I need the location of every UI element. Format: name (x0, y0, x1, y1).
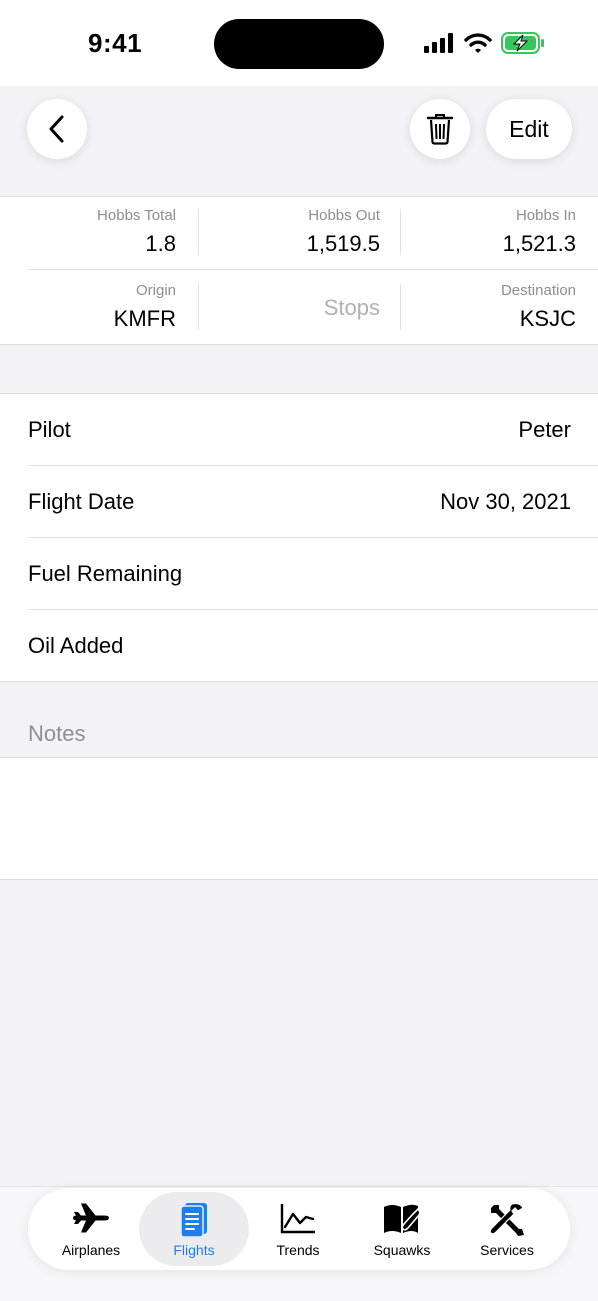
hobbs-in-value: 1,521.3 (502, 231, 576, 256)
status-bar: 9:41 (0, 0, 598, 86)
notes-header: Notes (28, 721, 86, 746)
fuel-remaining-row[interactable]: Fuel Remaining (28, 538, 571, 610)
tab-bar: Airplanes Flights Trends Squawks Service… (28, 1188, 570, 1270)
column-divider (400, 209, 401, 255)
origin-cell[interactable]: Origin KMFR (114, 282, 176, 332)
oil-added-label: Oil Added (28, 633, 124, 658)
origin-value: KMFR (113, 306, 176, 331)
destination-value: KSJC (519, 306, 576, 331)
airplane-icon (73, 1203, 109, 1233)
tab-services[interactable]: Services (452, 1192, 562, 1266)
origin-label: Origin (135, 282, 176, 299)
notes-text-area[interactable] (0, 757, 598, 880)
hobbs-out-value: 1,519.5 (306, 231, 380, 256)
hobbs-total-label: Hobbs Total (97, 207, 176, 224)
hobbs-total-value: 1.8 (145, 231, 176, 256)
tab-services-label: Services (480, 1242, 534, 1258)
dynamic-island (214, 19, 384, 69)
book-wrench-icon (384, 1204, 421, 1233)
back-button[interactable] (27, 99, 87, 159)
tab-trends-label: Trends (276, 1242, 320, 1258)
battery-charging-icon (501, 32, 544, 54)
hobbs-total-cell[interactable]: Hobbs Total 1.8 (97, 207, 176, 257)
tab-trends[interactable]: Trends (243, 1192, 353, 1266)
column-divider (198, 284, 199, 330)
hobbs-in-cell[interactable]: Hobbs In 1,521.3 (503, 207, 576, 257)
status-time: 9:41 (88, 28, 143, 58)
trash-icon (426, 114, 454, 145)
stops-field[interactable]: Stops (324, 295, 380, 321)
flight-date-row[interactable]: Flight Date Nov 30, 2021 (28, 466, 571, 538)
fuel-remaining-label: Fuel Remaining (28, 561, 183, 586)
tab-flights-label: Flights (173, 1242, 215, 1258)
tab-airplanes[interactable]: Airplanes (36, 1192, 146, 1266)
column-divider (400, 284, 401, 330)
destination-label: Destination (500, 282, 576, 299)
hobbs-out-label: Hobbs Out (308, 207, 380, 224)
chart-icon (280, 1204, 315, 1234)
row-divider (28, 269, 598, 270)
flight-date-label: Flight Date (28, 489, 135, 514)
logbook-icon (180, 1203, 207, 1238)
pilot-row[interactable]: Pilot Peter (28, 394, 571, 466)
chevron-left-icon (49, 115, 64, 143)
oil-added-row[interactable]: Oil Added (28, 610, 571, 682)
column-divider (198, 209, 199, 255)
pilot-label: Pilot (28, 417, 71, 442)
edit-button[interactable]: Edit (486, 99, 572, 159)
tab-squawks-label: Squawks (373, 1242, 431, 1258)
wifi-icon (464, 33, 492, 53)
navigation-bar: Edit (0, 86, 598, 197)
flight-date-value: Nov 30, 2021 (440, 489, 571, 514)
flight-details-list: Pilot Peter Flight Date Nov 30, 2021 Fue… (0, 393, 598, 682)
tools-icon (489, 1202, 524, 1236)
delete-button[interactable] (410, 99, 470, 159)
hobbs-in-label: Hobbs In (515, 207, 576, 224)
hobbs-out-cell[interactable]: Hobbs Out 1,519.5 (307, 207, 380, 257)
tab-flights[interactable]: Flights (139, 1192, 249, 1266)
signal-icon (424, 33, 453, 53)
destination-cell[interactable]: Destination KSJC (501, 282, 576, 332)
tab-airplanes-label: Airplanes (61, 1242, 121, 1258)
pilot-value: Peter (518, 417, 571, 442)
tab-squawks[interactable]: Squawks (347, 1192, 457, 1266)
hobbs-section: Hobbs Total 1.8 Hobbs Out 1,519.5 Hobbs … (0, 197, 598, 345)
